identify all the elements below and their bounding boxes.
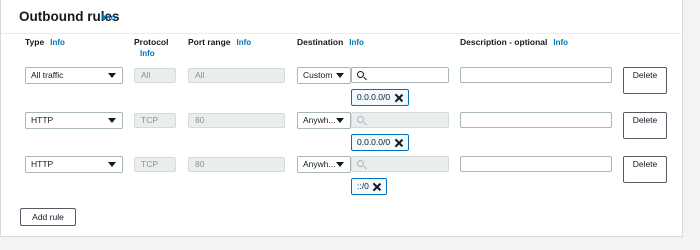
rule-2-destination-mode: Anywh... [303, 115, 336, 125]
search-icon [357, 160, 364, 167]
rule-1-type-select[interactable]: All traffic [25, 67, 123, 84]
search-icon [357, 116, 364, 123]
close-icon[interactable] [372, 182, 382, 192]
rule-2-protocol-field: TCP [134, 113, 176, 128]
rule-3-delete-button[interactable]: Delete [623, 156, 667, 183]
caret-down-icon [336, 118, 344, 123]
column-header-type: Type Info [25, 37, 65, 47]
rule-2-type-value: HTTP [31, 115, 54, 125]
column-header-description: Description - optional Info [460, 37, 568, 47]
header-divider [1, 33, 684, 34]
rule-2-description-input[interactable] [460, 112, 612, 128]
column-destination-label: Destination [297, 37, 344, 47]
column-port-range-label: Port range [188, 37, 231, 47]
caret-down-icon [336, 162, 344, 167]
rule-1-destination-token-label: 0.0.0.0/0 [357, 92, 391, 102]
column-protocol-info-link[interactable]: Info [140, 49, 155, 58]
column-header-protocol: Protocol [134, 37, 168, 47]
rule-1-destination-token: 0.0.0.0/0 [351, 89, 409, 106]
rule-3-description-input[interactable] [460, 156, 612, 172]
column-description-info-link[interactable]: Info [553, 38, 568, 47]
caret-down-icon [336, 73, 344, 78]
column-type-info-link[interactable]: Info [50, 38, 65, 47]
rule-2-type-select[interactable]: HTTP [25, 112, 123, 129]
column-port-range-info-link[interactable]: Info [237, 38, 252, 47]
rule-2-delete-button[interactable]: Delete [623, 112, 667, 139]
caret-down-icon [108, 73, 116, 78]
caret-down-icon [108, 162, 116, 167]
column-type-label: Type [25, 37, 45, 47]
rule-2-destination-select[interactable]: Anywh... [297, 112, 351, 129]
rule-3-destination-token-label: ::/0 [357, 181, 369, 191]
rule-1-delete-button[interactable]: Delete [623, 67, 667, 94]
rule-2-destination-search-input [351, 112, 449, 128]
rule-3-type-select[interactable]: HTTP [25, 156, 123, 173]
rule-1-port-range-field: All [188, 68, 285, 83]
rule-3-type-value: HTTP [31, 159, 54, 169]
column-destination-info-link[interactable]: Info [349, 38, 364, 47]
rule-3-destination-mode: Anywh... [303, 159, 336, 169]
rule-2-destination-token-label: 0.0.0.0/0 [357, 137, 391, 147]
rule-1-protocol-field: All [134, 68, 176, 83]
rule-1-description-input[interactable] [460, 67, 612, 83]
column-header-destination: Destination Info [297, 37, 364, 47]
rule-3-destination-token: ::/0 [351, 178, 387, 195]
rule-2-port-range-field: 80 [188, 113, 285, 128]
rule-1-destination-select[interactable]: Custom [297, 67, 351, 84]
rule-1-destination-search-input[interactable] [351, 67, 449, 83]
add-rule-button[interactable]: Add rule [20, 208, 76, 226]
search-icon [357, 71, 364, 78]
column-header-port-range: Port range Info [188, 37, 251, 47]
rule-3-destination-search-input [351, 156, 449, 172]
rule-3-protocol-field: TCP [134, 157, 176, 172]
caret-down-icon [108, 118, 116, 123]
rule-1-type-value: All traffic [31, 70, 64, 80]
outbound-rules-panel: Outbound rules Info Type Info Protocol In… [0, 0, 684, 237]
column-description-label: Description - optional [460, 37, 548, 47]
section-info-link[interactable]: Info [101, 13, 116, 22]
rule-1-destination-mode: Custom [303, 70, 333, 80]
rule-2-destination-token: 0.0.0.0/0 [351, 134, 409, 151]
rule-3-port-range-field: 80 [188, 157, 285, 172]
close-icon[interactable] [394, 93, 404, 103]
rule-3-destination-select[interactable]: Anywh... [297, 156, 351, 173]
column-protocol-label: Protocol [134, 37, 169, 47]
close-icon[interactable] [394, 138, 404, 148]
